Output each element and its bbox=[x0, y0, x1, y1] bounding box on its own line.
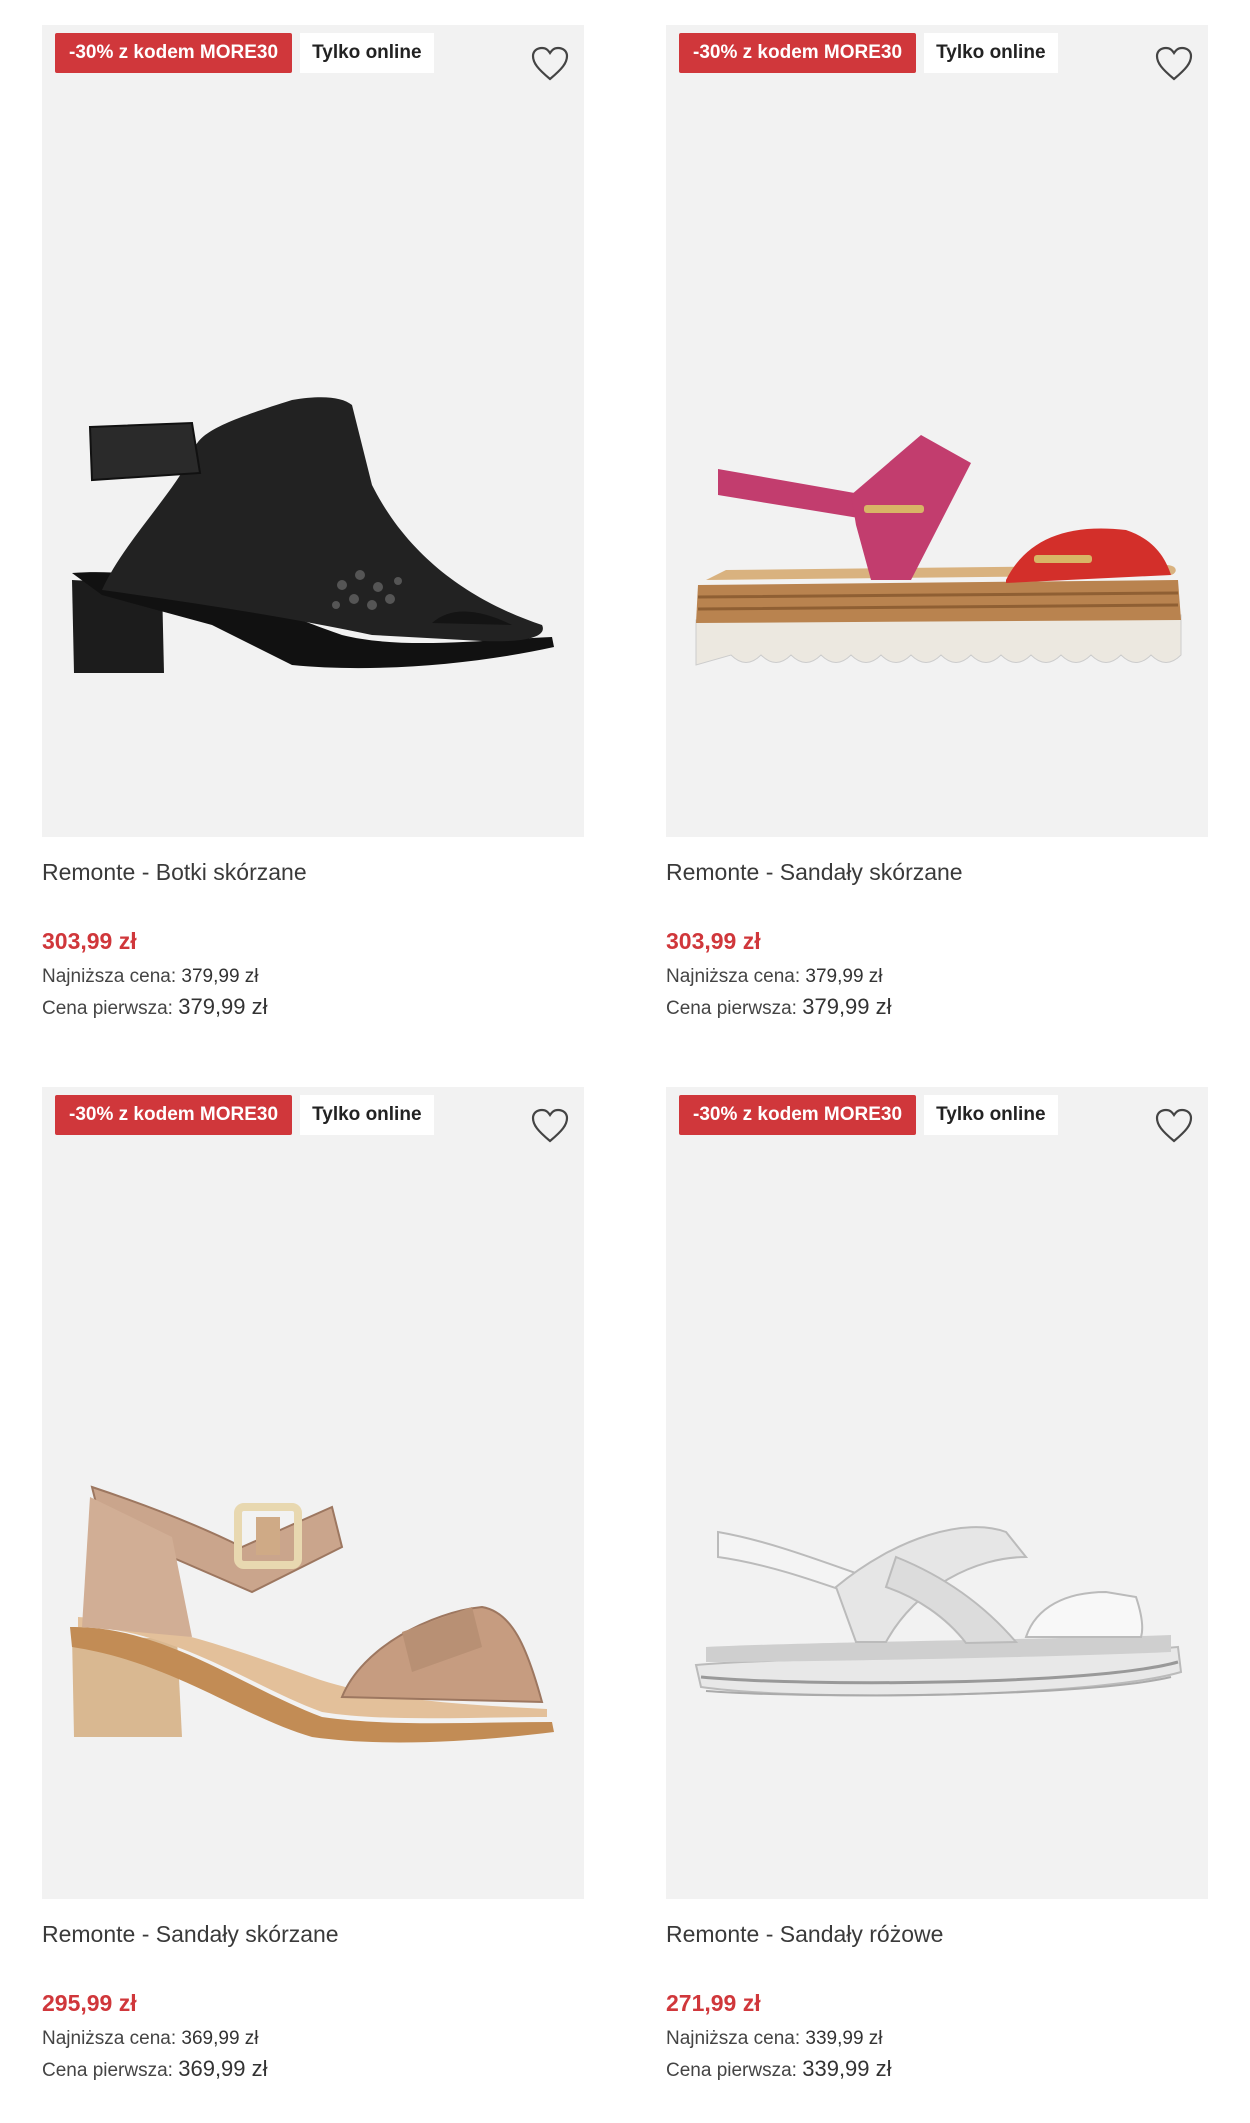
product-card[interactable]: -30% z kodem MORE30 Tylko online Remonte… bbox=[42, 1087, 584, 2084]
original-price-value: 339,99 zł bbox=[802, 2056, 892, 2081]
product-price: 303,99 zł bbox=[42, 928, 137, 954]
original-price-value: 379,99 zł bbox=[802, 994, 892, 1019]
original-price: Cena pierwsza: 379,99 zł bbox=[42, 992, 584, 1022]
product-image[interactable]: -30% z kodem MORE30 Tylko online bbox=[666, 1087, 1208, 1899]
original-price-label: Cena pierwsza: bbox=[666, 2060, 797, 2081]
lowest-price-label: Najniższa cena: bbox=[42, 966, 177, 987]
promo-badge: -30% z kodem MORE30 bbox=[679, 33, 917, 73]
original-price: Cena pierwsza: 339,99 zł bbox=[666, 2054, 1208, 2084]
original-price-label: Cena pierwsza: bbox=[42, 998, 173, 1019]
promo-badge: -30% z kodem MORE30 bbox=[55, 33, 293, 73]
block-heel-sandal-image bbox=[70, 1485, 554, 1743]
online-only-badge: Tylko online bbox=[300, 1095, 434, 1135]
product-grid: -30% z kodem MORE30 Tylko online Remonte… bbox=[0, 0, 1250, 2123]
badge-group: -30% z kodem MORE30 Tylko online bbox=[679, 1095, 1058, 1135]
lowest-price: Najniższa cena: 379,99 zł bbox=[42, 962, 584, 992]
white-sandal-image bbox=[694, 1526, 1183, 1697]
lowest-price-value: 369,99 zł bbox=[181, 2028, 259, 2049]
product-name[interactable]: Remonte - Sandały skórzane bbox=[666, 854, 1208, 890]
heart-outline-icon[interactable] bbox=[530, 1107, 570, 1145]
product-card[interactable]: -30% z kodem MORE30 Tylko online Remonte… bbox=[666, 25, 1208, 1022]
lowest-price-label: Najniższa cena: bbox=[666, 2028, 801, 2049]
online-only-badge: Tylko online bbox=[924, 33, 1058, 73]
product-image[interactable]: -30% z kodem MORE30 Tylko online bbox=[42, 1087, 584, 1899]
lowest-price-label: Najniższa cena: bbox=[666, 966, 801, 987]
platform-sandal-image bbox=[695, 435, 1182, 666]
product-image[interactable]: -30% z kodem MORE30 Tylko online bbox=[42, 25, 584, 837]
badge-group: -30% z kodem MORE30 Tylko online bbox=[679, 33, 1058, 73]
original-price-label: Cena pierwsza: bbox=[666, 998, 797, 1019]
original-price: Cena pierwsza: 379,99 zł bbox=[666, 992, 1208, 1022]
lowest-price-value: 379,99 zł bbox=[181, 966, 259, 987]
original-price-value: 379,99 zł bbox=[178, 994, 268, 1019]
product-card[interactable]: -30% z kodem MORE30 Tylko online Remonte… bbox=[42, 25, 584, 1022]
lowest-price-value: 379,99 zł bbox=[805, 966, 883, 987]
ankle-boot-image bbox=[72, 397, 554, 673]
badge-group: -30% z kodem MORE30 Tylko online bbox=[55, 33, 434, 73]
product-price: 271,99 zł bbox=[666, 1990, 761, 2016]
online-only-badge: Tylko online bbox=[924, 1095, 1058, 1135]
lowest-price-value: 339,99 zł bbox=[805, 2028, 883, 2049]
promo-badge: -30% z kodem MORE30 bbox=[55, 1095, 293, 1135]
product-name[interactable]: Remonte - Botki skórzane bbox=[42, 854, 584, 890]
promo-badge: -30% z kodem MORE30 bbox=[679, 1095, 917, 1135]
lowest-price-label: Najniższa cena: bbox=[42, 2028, 177, 2049]
lowest-price: Najniższa cena: 339,99 zł bbox=[666, 2024, 1208, 2054]
product-card[interactable]: -30% z kodem MORE30 Tylko online Remonte… bbox=[666, 1087, 1208, 2084]
lowest-price: Najniższa cena: 369,99 zł bbox=[42, 2024, 584, 2054]
original-price-label: Cena pierwsza: bbox=[42, 2060, 173, 2081]
lowest-price: Najniższa cena: 379,99 zł bbox=[666, 962, 1208, 992]
badge-group: -30% z kodem MORE30 Tylko online bbox=[55, 1095, 434, 1135]
product-name[interactable]: Remonte - Sandały różowe bbox=[666, 1916, 1208, 1952]
original-price-value: 369,99 zł bbox=[178, 2056, 268, 2081]
heart-outline-icon[interactable] bbox=[1154, 1107, 1194, 1145]
online-only-badge: Tylko online bbox=[300, 33, 434, 73]
original-price: Cena pierwsza: 369,99 zł bbox=[42, 2054, 584, 2084]
product-price: 303,99 zł bbox=[666, 928, 761, 954]
heart-outline-icon[interactable] bbox=[530, 45, 570, 83]
product-price: 295,99 zł bbox=[42, 1990, 137, 2016]
product-image[interactable]: -30% z kodem MORE30 Tylko online bbox=[666, 25, 1208, 837]
heart-outline-icon[interactable] bbox=[1154, 45, 1194, 83]
product-name[interactable]: Remonte - Sandały skórzane bbox=[42, 1916, 584, 1952]
